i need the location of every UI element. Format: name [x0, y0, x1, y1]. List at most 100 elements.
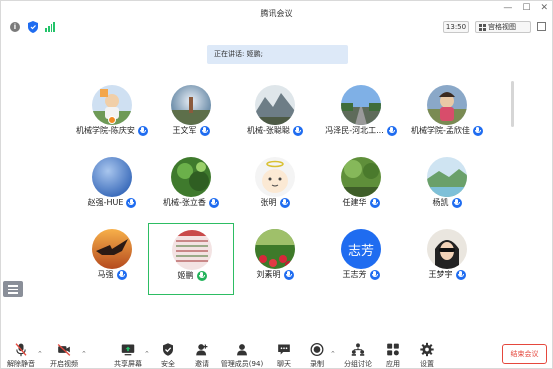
unmute-label: 解除静音: [7, 360, 35, 368]
signal-strength-icon[interactable]: [45, 21, 55, 32]
participant-name-row: 冯泽民-河北工...: [318, 125, 404, 136]
participant-tile[interactable]: 机械-张聪聪: [232, 79, 318, 151]
participant-name-row: 张明: [232, 197, 318, 208]
participant-tile[interactable]: 机械学院-孟欣佳: [404, 79, 490, 151]
participant-tile[interactable]: 机械学院-陈庆安: [69, 79, 155, 151]
avatar: [255, 85, 295, 125]
gallery-view-button[interactable]: 宫格视图: [475, 21, 531, 33]
participant-name-row: 杨凯: [404, 197, 490, 208]
participant-name-row: 姬鹏: [149, 270, 235, 281]
close-icon[interactable]: ✕: [540, 1, 548, 16]
manage-members-button[interactable]: 管理成员(94): [219, 335, 265, 368]
mic-icon: [279, 197, 290, 208]
participant-name-row: 王梦宇: [404, 269, 490, 280]
participant-name-row: 机械学院-孟欣佳: [404, 125, 490, 136]
participant-name: 张明: [260, 198, 277, 207]
participant-name: 机械-张立香: [163, 198, 206, 207]
participant-tile[interactable]: 冯泽民-河北工...: [318, 79, 404, 151]
settings-label: 设置: [420, 360, 434, 368]
participant-tile[interactable]: 刘素明: [232, 223, 318, 295]
avatar: [427, 229, 467, 269]
mic-icon: [369, 269, 380, 280]
chat-button[interactable]: 聊天: [271, 335, 297, 368]
participant-name: 刘素明: [256, 270, 281, 279]
participant-tile[interactable]: 赵强-HUE: [69, 151, 155, 223]
participant-name: 王梦宇: [428, 270, 453, 279]
mic-icon: [116, 269, 127, 280]
participant-name-row: 赵强-HUE: [69, 197, 155, 208]
participant-name: 王志芳: [342, 270, 367, 279]
participant-name-row: 王志芳: [318, 269, 404, 280]
participant-tile[interactable]: 张明: [232, 151, 318, 223]
avatar: [92, 157, 132, 197]
add-person-icon: [196, 344, 208, 356]
avatar: [427, 157, 467, 197]
avatar: [171, 157, 211, 197]
start-video-label: 开启视频: [50, 360, 78, 368]
mic-icon: [369, 197, 380, 208]
participant-name-row: 机械-张立香: [148, 197, 234, 208]
breakout-rooms-button[interactable]: 分组讨论: [341, 335, 375, 368]
window-controls: — ☐ ✕: [503, 1, 548, 16]
avatar: [171, 85, 211, 125]
window-title: 腾讯会议: [260, 9, 293, 18]
record-icon: [310, 343, 324, 356]
breakout-rooms-icon: [351, 343, 365, 356]
meeting-timer: 13:50: [443, 21, 469, 33]
participant-tile[interactable]: 王梦宇: [404, 223, 490, 295]
record-options-chevron-icon[interactable]: ⌃: [330, 350, 336, 358]
video-options-chevron-icon[interactable]: ⌃: [81, 350, 87, 358]
view-label: 宫格视图: [488, 23, 516, 31]
avatar: [92, 229, 132, 269]
breakout-rooms-label: 分组讨论: [344, 360, 372, 368]
end-meeting-button[interactable]: 结束会议: [502, 344, 547, 364]
participant-name: 机械学院-孟欣佳: [411, 126, 470, 135]
mic-icon: [386, 125, 397, 136]
shield-icon: [163, 343, 173, 356]
settings-button[interactable]: 设置: [414, 335, 440, 368]
maximize-icon[interactable]: ☐: [522, 1, 530, 16]
security-button[interactable]: 安全: [155, 335, 181, 368]
participant-tile[interactable]: 王文军: [148, 79, 234, 151]
participant-tile[interactable]: 杨凯: [404, 151, 490, 223]
participant-name: 姬鹏: [177, 271, 194, 280]
participant-name-row: 刘素明: [232, 269, 318, 280]
minimize-icon[interactable]: —: [503, 1, 512, 16]
participant-list-toggle-icon[interactable]: [3, 281, 23, 297]
participant-tile-active-speaker[interactable]: 姬鹏: [148, 223, 234, 295]
participant-name: 杨凯: [432, 198, 449, 207]
record-label: 录制: [310, 360, 324, 368]
participant-name: 马强: [97, 270, 114, 279]
speaking-banner: 正在讲话: 姬鹏;: [207, 45, 348, 64]
mic-icon: [292, 125, 303, 136]
members-icon: [237, 344, 247, 356]
grid-view-icon: [479, 23, 486, 31]
camera-off-icon: [57, 344, 71, 356]
share-options-chevron-icon[interactable]: ⌃: [144, 350, 150, 358]
manage-members-label: 管理成员(94): [220, 360, 264, 368]
participant-tile[interactable]: 任建华: [318, 151, 404, 223]
avatar: [427, 85, 467, 125]
avatar: [255, 229, 295, 269]
participant-tile[interactable]: 机械-张立香: [148, 151, 234, 223]
participant-tile[interactable]: 志芳 王志芳: [318, 223, 404, 295]
participant-name: 赵强-HUE: [87, 198, 124, 207]
audio-options-chevron-icon[interactable]: ⌃: [37, 350, 43, 358]
share-screen-button[interactable]: 共享屏幕: [112, 335, 144, 368]
participant-tile[interactable]: 马强: [69, 223, 155, 295]
apps-button[interactable]: 应用: [380, 335, 406, 368]
unmute-button[interactable]: 解除静音: [5, 335, 37, 368]
invite-button[interactable]: 邀请: [189, 335, 215, 368]
gallery-scrollbar[interactable]: [511, 81, 514, 127]
avatar: [255, 157, 295, 197]
mic-icon: [126, 197, 137, 208]
record-button[interactable]: 录制: [304, 335, 330, 368]
info-icon[interactable]: i: [10, 22, 20, 32]
mic-icon: [208, 197, 219, 208]
bottom-toolbar: 解除静音 ⌃ 开启视频 ⌃ 共享屏幕 ⌃ 安全 邀请 管理成员(94) 聊天 录…: [1, 335, 552, 368]
fullscreen-icon[interactable]: [537, 22, 546, 31]
start-video-button[interactable]: 开启视频: [47, 335, 81, 368]
shield-icon[interactable]: [28, 21, 38, 33]
security-label: 安全: [161, 360, 175, 368]
share-screen-icon: [121, 344, 135, 356]
